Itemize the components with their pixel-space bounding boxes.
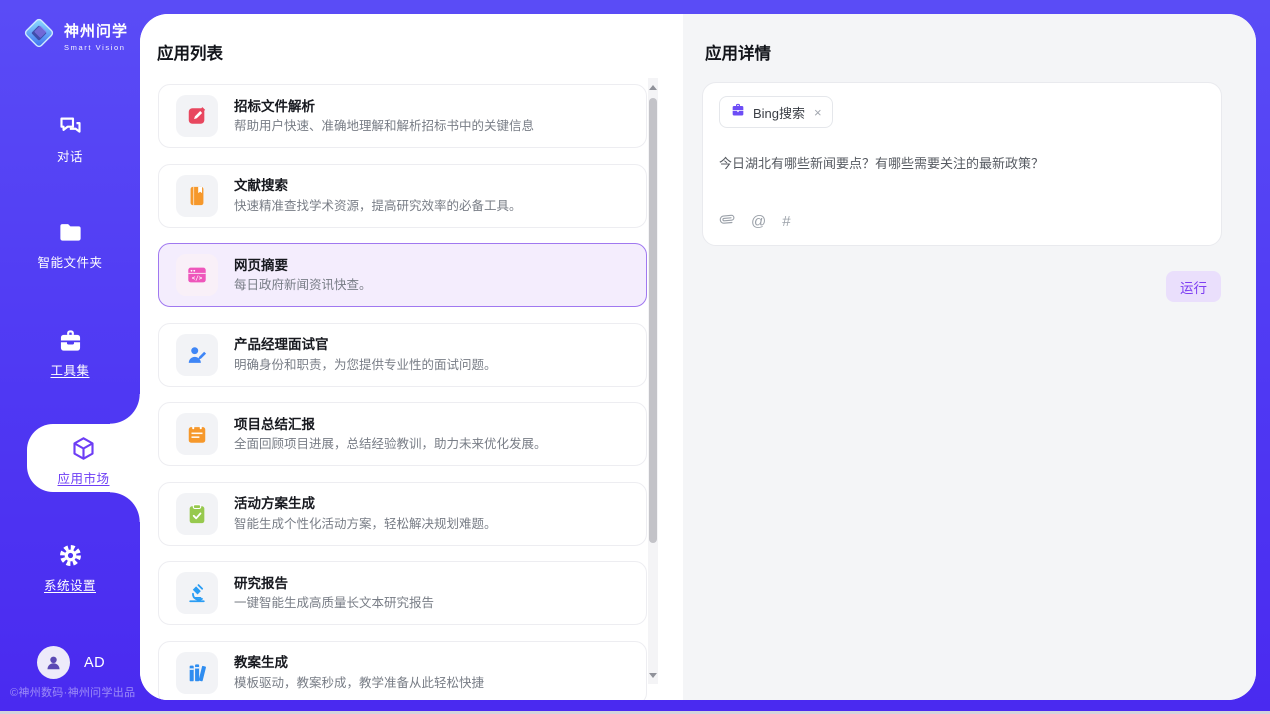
sidebar-active-highlight: 应用市场 [27,424,140,492]
app-desc: 每日政府新闻资讯快查。 [234,279,372,292]
toolbox-icon [0,327,140,354]
tool-chip-label: Bing搜索 [753,103,805,122]
user-name: AD [84,655,105,671]
scrollbar-thumb[interactable] [649,98,657,543]
tool-chip-bing-search[interactable]: Bing搜索 × [719,96,833,128]
sidebar-item-label: 工具集 [0,360,140,379]
hash-icon[interactable]: # [782,213,790,230]
app-card-texts: 产品经理面试官 明确身份和职责，为您提供专业性的面试问题。 [234,338,497,371]
sidebar-item-toolbox[interactable]: 工具集 [0,327,140,379]
app-title: 活动方案生成 [234,497,497,511]
app-desc: 帮助用户快速、准确地理解和解析招标书中的关键信息 [234,120,534,133]
app-desc: 全面回顾项目进展，总结经验教训，助力未来优化发展。 [234,438,547,451]
app-desc: 一键智能生成高质量长文本研究报告 [234,597,434,610]
app-card-research-report[interactable]: 研究报告 一键智能生成高质量长文本研究报告 [158,561,647,625]
brand-text: 神州问学 Smart Vision [64,20,128,52]
book-icon [176,175,218,217]
list-scrollbar[interactable] [648,78,658,684]
svg-text:</>: </> [192,276,203,282]
main-content: 应用列表 招标文件解析 帮助用户快速、准确地理解和解析招标书中的关键信息 [140,14,1256,700]
clipboard-check-icon [176,493,218,535]
at-icon[interactable]: @ [751,213,766,230]
prompt-toolbar: @ # [719,211,791,232]
app-title: 产品经理面试官 [234,338,497,352]
edit-square-icon [176,95,218,137]
sidebar-item-settings[interactable]: 系统设置 [0,542,140,594]
diamond-logo-icon [19,13,59,58]
app-title: 项目总结汇报 [234,418,547,432]
browser-code-icon: </> [176,254,218,296]
cube-icon [27,435,140,462]
scroll-up-icon[interactable] [648,81,658,93]
app-title: 研究报告 [234,577,434,591]
sidebar-item-label: 对话 [0,146,140,165]
app-detail-panel: 应用详情 Bing搜索 × 今日湖北有哪些新闻要点？有哪些需要关注的最新政策？ [683,14,1256,700]
app-card-list: 招标文件解析 帮助用户快速、准确地理解和解析招标书中的关键信息 文献搜索 [158,84,647,700]
app-card-texts: 网页摘要 每日政府新闻资讯快查。 [234,259,372,292]
user-profile[interactable]: AD [37,646,105,679]
app-desc: 明确身份和职责，为您提供专业性的面试问题。 [234,359,497,372]
app-card-texts: 项目总结汇报 全面回顾项目进展，总结经验教训，助力未来优化发展。 [234,418,547,451]
run-button[interactable]: 运行 [1166,271,1221,302]
app-title: 网页摘要 [234,259,372,273]
app-card-lesson-plan[interactable]: 教案生成 模板驱动，教案秒成，教学准备从此轻松快捷 [158,641,647,701]
brand-logo: 神州问学 Smart Vision [19,13,128,58]
scroll-down-icon[interactable] [648,669,658,681]
sidebar: 神州问学 Smart Vision 对话 智能文件夹 [0,0,140,714]
paperclip-icon[interactable] [719,211,735,232]
sidebar-item-label: 智能文件夹 [0,252,140,271]
app-card-event-plan[interactable]: 活动方案生成 智能生成个性化活动方案，轻松解决规划难题。 [158,482,647,546]
app-card-bid-analysis[interactable]: 招标文件解析 帮助用户快速、准确地理解和解析招标书中的关键信息 [158,84,647,148]
prompt-card[interactable]: Bing搜索 × 今日湖北有哪些新闻要点？有哪些需要关注的最新政策？ @ # [702,82,1222,246]
sidebar-item-smart-folder[interactable]: 智能文件夹 [0,219,140,271]
avatar [37,646,70,679]
sidebar-item-label: 系统设置 [0,575,140,594]
app-card-texts: 活动方案生成 智能生成个性化活动方案，轻松解决规划难题。 [234,497,497,530]
app-desc: 快速精准查找学术资源，提高研究效率的必备工具。 [234,200,522,213]
app-list-title: 应用列表 [157,40,223,64]
app-card-literature-search[interactable]: 文献搜索 快速精准查找学术资源，提高研究效率的必备工具。 [158,164,647,228]
app-card-web-summary[interactable]: </> 网页摘要 每日政府新闻资讯快查。 [158,243,647,307]
brand-name: 神州问学 [64,20,128,41]
app-card-project-summary[interactable]: 项目总结汇报 全面回顾项目进展，总结经验教训，助力未来优化发展。 [158,402,647,466]
app-window: 神州问学 Smart Vision 对话 智能文件夹 [0,0,1270,714]
interviewer-icon [176,334,218,376]
sidebar-item-chat[interactable]: 对话 [0,113,140,165]
briefcase-icon [730,102,746,123]
app-detail-title: 应用详情 [705,40,771,64]
prompt-input[interactable]: 今日湖北有哪些新闻要点？有哪些需要关注的最新政策？ [719,153,1201,172]
chat-icon [0,113,140,140]
app-title: 招标文件解析 [234,100,534,114]
chip-close-icon[interactable]: × [814,105,822,120]
sidebar-item-app-market[interactable]: 应用市场 [27,435,140,487]
brand-subtitle: Smart Vision [64,43,128,52]
app-desc: 智能生成个性化活动方案，轻松解决规划难题。 [234,518,497,531]
microscope-icon [176,572,218,614]
copyright-text: ©神州数码·神州问学出品 [10,684,135,700]
app-title: 文献搜索 [234,179,522,193]
app-desc: 模板驱动，教案秒成，教学准备从此轻松快捷 [234,677,484,690]
folder-icon [0,219,140,246]
app-card-texts: 文献搜索 快速精准查找学术资源，提高研究效率的必备工具。 [234,179,522,212]
blob-fillet-bottom [110,492,140,522]
app-card-texts: 研究报告 一键智能生成高质量长文本研究报告 [234,577,434,610]
gear-icon [0,542,140,569]
app-card-texts: 招标文件解析 帮助用户快速、准确地理解和解析招标书中的关键信息 [234,100,534,133]
app-card-pm-interviewer[interactable]: 产品经理面试官 明确身份和职责，为您提供专业性的面试问题。 [158,323,647,387]
books-icon [176,652,218,694]
blob-fillet-top [110,394,140,424]
app-list-panel: 应用列表 招标文件解析 帮助用户快速、准确地理解和解析招标书中的关键信息 [140,14,683,700]
sidebar-item-label: 应用市场 [27,468,140,487]
app-card-texts: 教案生成 模板驱动，教案秒成，教学准备从此轻松快捷 [234,656,484,689]
calendar-icon [176,413,218,455]
app-title: 教案生成 [234,656,484,670]
